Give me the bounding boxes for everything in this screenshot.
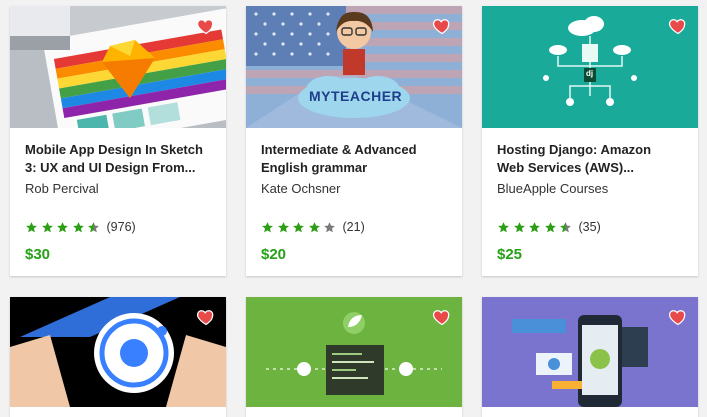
star-icon xyxy=(262,221,273,232)
star-icon xyxy=(560,221,571,232)
star-icon xyxy=(26,221,37,232)
course-card[interactable]: dj Hosting Django: Amazon Web Services (… xyxy=(482,6,698,276)
course-price: $30 xyxy=(25,246,51,263)
course-card[interactable]: Mobile App Design In Sketch 3: UX and UI… xyxy=(10,6,226,276)
course-author: BlueApple Courses xyxy=(497,181,609,196)
course-title-line: Intermediate & Advanced xyxy=(261,142,417,157)
star-icon xyxy=(57,221,68,232)
course-rating: (35) xyxy=(497,220,601,234)
star-icon xyxy=(41,221,53,232)
course-card[interactable] xyxy=(482,297,698,417)
course-title-line: Web Services (AWS)... xyxy=(497,160,635,175)
star-icon xyxy=(513,221,525,232)
course-card[interactable] xyxy=(246,297,462,417)
heart-icon[interactable] xyxy=(668,307,688,327)
review-count: (976) xyxy=(106,220,136,234)
course-author: Rob Percival xyxy=(25,181,99,196)
heart-icon[interactable] xyxy=(432,307,452,327)
course-title-line: Mobile App Design In Sketch xyxy=(25,142,203,157)
course-rating: (21) xyxy=(261,220,365,234)
star-icon xyxy=(72,221,84,232)
rating-stars xyxy=(261,221,339,234)
course-title[interactable]: Mobile App Design In Sketch 3: UX and UI… xyxy=(25,141,215,177)
thumbnail-caption: dj xyxy=(586,69,594,78)
rating-stars xyxy=(497,221,575,234)
course-thumbnail[interactable] xyxy=(482,297,698,407)
star-icon xyxy=(498,221,509,232)
thumbnail-caption: MYTEACHER xyxy=(309,88,403,104)
course-title-line: 3: UX and UI Design From... xyxy=(25,160,196,175)
course-author: Kate Ochsner xyxy=(261,181,341,196)
heart-icon[interactable] xyxy=(196,307,216,327)
star-icon xyxy=(277,221,289,232)
course-price: $20 xyxy=(261,246,287,263)
course-card[interactable] xyxy=(10,297,226,417)
star-icon xyxy=(308,221,320,232)
course-card[interactable]: MYTEACHER Intermediate & Advanced Englis… xyxy=(246,6,462,276)
star-icon xyxy=(544,221,556,232)
heart-icon[interactable] xyxy=(196,16,216,36)
course-price: $25 xyxy=(497,246,523,263)
course-title[interactable]: Intermediate & Advanced English grammar xyxy=(261,141,451,177)
course-thumbnail[interactable]: dj xyxy=(482,6,698,128)
course-thumbnail[interactable] xyxy=(10,6,226,128)
course-thumbnail[interactable] xyxy=(10,297,226,407)
rating-stars xyxy=(25,221,103,234)
course-title[interactable]: Hosting Django: Amazon Web Services (AWS… xyxy=(497,141,687,177)
review-count: (35) xyxy=(578,220,601,234)
star-icon xyxy=(88,221,99,232)
heart-icon[interactable] xyxy=(432,16,452,36)
review-count: (21) xyxy=(342,220,365,234)
course-title-line: English grammar xyxy=(261,160,368,175)
star-icon xyxy=(324,221,335,232)
course-rating: (976) xyxy=(25,220,136,234)
course-thumbnail[interactable]: MYTEACHER xyxy=(246,6,462,128)
heart-icon[interactable] xyxy=(668,16,688,36)
course-title-line: Hosting Django: Amazon xyxy=(497,142,652,157)
course-thumbnail[interactable] xyxy=(246,297,462,407)
star-icon xyxy=(293,221,304,232)
star-icon xyxy=(529,221,540,232)
